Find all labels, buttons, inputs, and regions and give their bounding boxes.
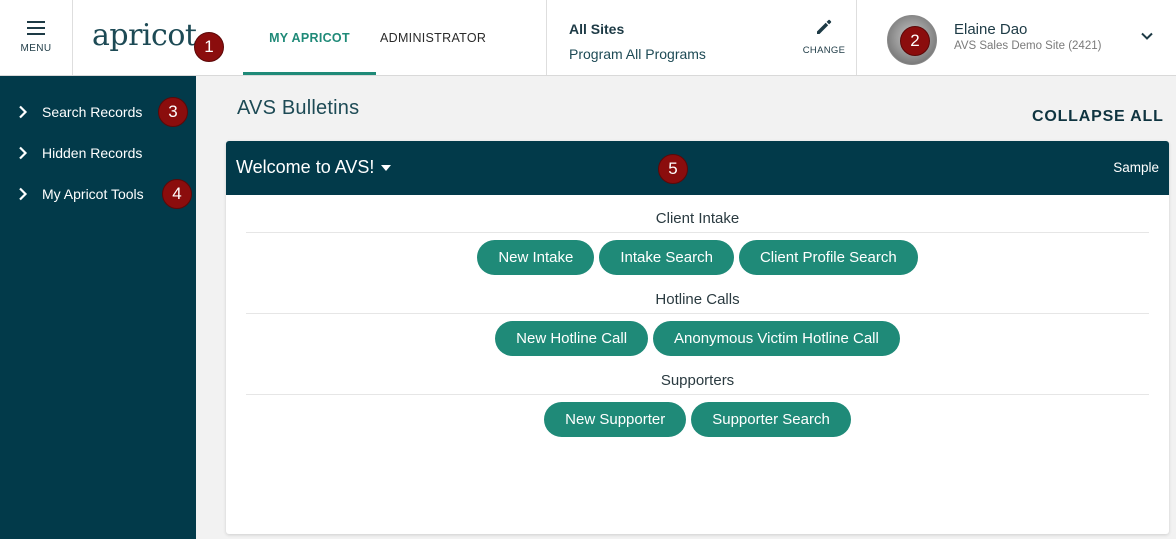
intake-search-button[interactable]: Intake Search <box>599 240 734 275</box>
callout-badge-5: 5 <box>658 154 688 184</box>
site-selector: All Sites Program All Programs CHANGE <box>546 0 857 75</box>
anonymous-victim-hotline-call-button[interactable]: Anonymous Victim Hotline Call <box>653 321 900 356</box>
change-button[interactable]: CHANGE <box>801 18 847 56</box>
bulletin-tag: Sample <box>1113 160 1159 175</box>
program-label: Program All Programs <box>569 46 706 62</box>
section-heading-label: Client Intake <box>655 210 740 227</box>
sidebar-item-label: My Apricot Tools <box>42 186 144 202</box>
callout-badge-2: 2 <box>900 26 930 56</box>
bulletin-header: Welcome to AVS! 5 Sample <box>226 141 1169 195</box>
new-intake-button[interactable]: New Intake <box>477 240 595 275</box>
section-heading-client-intake: Client Intake <box>246 210 1149 233</box>
callout-badge-3: 3 <box>158 97 188 127</box>
user-site: AVS Sales Demo Site (2421) <box>954 40 1102 52</box>
change-label: CHANGE <box>802 45 846 56</box>
section-heading-supporters: Supporters <box>246 372 1149 395</box>
section-heading-hotline-calls: Hotline Calls <box>246 291 1149 314</box>
divider <box>246 394 1149 395</box>
chevron-right-icon <box>18 146 28 160</box>
divider <box>246 313 1149 314</box>
collapse-all-button[interactable]: COLLAPSE ALL <box>1032 108 1164 126</box>
sidebar: Search Records 3 Hidden Records My Apric… <box>0 76 196 539</box>
divider <box>246 232 1149 233</box>
tab-my-apricot[interactable]: MY APRICOT <box>243 0 376 75</box>
bulletin-panel: Welcome to AVS! 5 Sample Client Intake N… <box>226 141 1169 534</box>
caret-down-icon <box>380 164 392 172</box>
chevron-right-icon <box>18 187 28 201</box>
new-supporter-button[interactable]: New Supporter <box>544 402 687 437</box>
client-profile-search-button[interactable]: Client Profile Search <box>738 240 918 275</box>
user-name: Elaine Dao <box>954 21 1028 38</box>
tab-administrator[interactable]: ADMINISTRATOR <box>380 0 486 75</box>
pencil-icon <box>817 19 832 34</box>
button-row-client-intake: New Intake Intake Search Client Profile … <box>226 240 1169 275</box>
section-heading-label: Hotline Calls <box>655 291 740 308</box>
supporter-search-button[interactable]: Supporter Search <box>691 402 851 437</box>
section-heading-label: Supporters <box>660 372 735 389</box>
button-row-supporters: New Supporter Supporter Search <box>226 402 1169 437</box>
top-bar: MENU apricot 1 MY APRICOT ADMINISTRATOR … <box>0 0 1176 76</box>
new-hotline-call-button[interactable]: New Hotline Call <box>495 321 649 356</box>
sidebar-item-label: Hidden Records <box>42 145 143 161</box>
chevron-down-icon[interactable] <box>1140 29 1154 43</box>
button-row-hotline-calls: New Hotline Call Anonymous Victim Hotlin… <box>226 321 1169 356</box>
callout-badge-1: 1 <box>194 32 224 62</box>
menu-button[interactable]: MENU <box>0 0 73 75</box>
page-title: AVS Bulletins <box>237 97 360 119</box>
bulletin-title: Welcome to AVS! <box>236 157 375 177</box>
user-menu[interactable]: 2 Elaine Dao AVS Sales Demo Site (2421) <box>857 0 1176 75</box>
sites-title: All Sites <box>569 21 625 37</box>
menu-label: MENU <box>20 43 52 54</box>
bulletin-title-toggle[interactable]: Welcome to AVS! <box>236 157 392 178</box>
apricot-logo[interactable]: apricot <box>92 18 197 53</box>
callout-badge-4: 4 <box>162 179 192 209</box>
chevron-right-icon <box>18 105 28 119</box>
sidebar-item-label: Search Records <box>42 104 143 120</box>
hamburger-icon <box>27 21 45 35</box>
sidebar-item-hidden-records[interactable]: Hidden Records <box>0 135 196 171</box>
